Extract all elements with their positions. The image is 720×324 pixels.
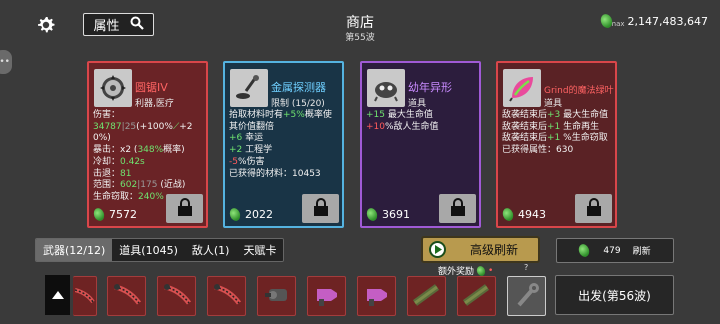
weapon-slot[interactable] [357, 276, 396, 316]
lock-icon [176, 197, 194, 220]
settings-gear-icon[interactable] [35, 14, 57, 36]
weapon-slot[interactable] [157, 276, 196, 316]
saw-weapon-icon [211, 281, 243, 312]
material-gem-icon [228, 206, 242, 223]
depart-button[interactable]: 出发(第56波) [555, 275, 674, 315]
saw-weapon-icon [73, 282, 95, 311]
weapon-slot[interactable] [107, 276, 146, 316]
item-price: 7572 [92, 206, 137, 223]
materials-amount: 2,147,483,647 [627, 15, 708, 28]
advanced-reroll-label: 高级刷新 [470, 243, 519, 257]
weapon-slot[interactable] [257, 276, 296, 316]
item-type: 利器,医疗 [135, 99, 174, 109]
weapon-slot[interactable] [507, 276, 546, 316]
baby-alien-icon [367, 69, 405, 107]
material-gem-icon [365, 206, 379, 223]
circular-saw-icon [94, 69, 132, 107]
wave-number: 第55波 [345, 33, 375, 43]
tab-weapons[interactable]: 武器(12/12) [36, 239, 113, 261]
material-gem-icon [501, 206, 515, 223]
item-name: Grind的魔法绿叶 [544, 86, 614, 96]
material-gem-icon [577, 242, 592, 259]
reroll-button[interactable]: 479 刷新 [556, 238, 674, 263]
weapon-slot[interactable] [307, 276, 346, 316]
item-type: 道具 [544, 99, 563, 109]
extra-reward-indicator-icon: • [488, 265, 494, 276]
advanced-reroll-button[interactable]: 高级刷新 [421, 236, 540, 263]
shop-card-magic-leaf[interactable]: Grind的魔法绿叶 道具 敌袭结束后+3 最大生命值 敌袭结束后+1 生命再生… [496, 61, 617, 228]
lock-icon [312, 197, 330, 220]
lock-button[interactable] [302, 194, 339, 223]
weapon-slot[interactable] [207, 276, 246, 316]
attributes-label: 属性 [93, 19, 120, 34]
item-name: 圆锯IV [135, 81, 168, 94]
materials-display: max 2,147,483,647 [599, 12, 708, 30]
item-stats: +15 最大生命值 +10%敌人生命值 [366, 110, 439, 132]
weapon-slot[interactable] [457, 276, 496, 316]
search-icon [130, 16, 144, 34]
shop-card-circular-saw[interactable]: 圆锯IV 利器,医疗 伤害：34787|25(+100%⟋+2 0%) 暴击：x… [87, 61, 208, 228]
minigun-weapon-icon [261, 281, 293, 312]
item-type: 限制 (15/20) [271, 99, 325, 109]
lock-button[interactable] [575, 194, 612, 223]
attributes-button[interactable]: 属性 [83, 13, 154, 36]
tab-items[interactable]: 道具(1045) [112, 239, 185, 261]
item-price: 2022 [228, 206, 273, 223]
shop-card-baby-alien[interactable]: 幼年异形 道具 +15 最大生命值 +10%敌人生命值 3691 [360, 61, 481, 228]
rocket-launcher-icon [461, 281, 493, 312]
reroll-label: 刷新 [632, 247, 651, 257]
item-name: 幼年异形 [408, 81, 452, 94]
item-name: 金属探测器 [271, 81, 326, 94]
item-stats: 伤害：34787|25(+100%⟋+2 0%) 暴击：x2 (348%概率) … [93, 110, 193, 202]
shop-card-metal-detector[interactable]: 金属探测器 限制 (15/20) 拾取材料时有+5%概率使其价值翻倍 +6 幸运… [223, 61, 344, 228]
tab-talents[interactable]: 天赋卡 [236, 239, 284, 261]
help-question-icon[interactable]: ? [524, 263, 528, 272]
saw-weapon-icon [161, 281, 193, 312]
arrow-up-icon [51, 289, 64, 302]
lock-button[interactable] [166, 194, 203, 223]
inventory-tabs: 武器(12/12) 道具(1045) 敌人(1) 天赋卡 [35, 238, 285, 262]
material-gem-icon [475, 264, 487, 277]
side-menu-tab[interactable]: ••• [0, 50, 12, 74]
item-price: 3691 [365, 206, 410, 223]
saw-weapon-icon [111, 281, 143, 312]
item-price: 4943 [501, 206, 546, 223]
blaster-weapon-icon [311, 281, 343, 312]
lock-icon [449, 197, 467, 220]
weapon-slot[interactable] [407, 276, 446, 316]
shop-title: 商店 [346, 15, 374, 31]
material-gem-icon [92, 206, 106, 223]
weapon-slot[interactable] [73, 276, 97, 316]
item-type: 道具 [408, 99, 427, 109]
metal-detector-icon [230, 69, 268, 107]
lock-button[interactable] [439, 194, 476, 223]
wrench-weapon-icon [511, 281, 543, 312]
rocket-launcher-icon [411, 281, 443, 312]
reroll-cost: 479 [603, 245, 621, 256]
magic-leaf-icon [503, 69, 541, 107]
item-stats: 拾取材料时有+5%概率使其价值翻倍 +6 幸运 +2 工程学 -5%伤害 已获得… [229, 110, 332, 179]
play-video-icon [429, 241, 446, 258]
tab-enemies[interactable]: 敌人(1) [184, 239, 237, 261]
item-stats: 敌袭结束后+3 最大生命值 敌袭结束后+1 生命再生 敌袭结束后+1 %生命窃取… [502, 110, 609, 156]
blaster-weapon-icon [361, 281, 393, 312]
collapse-arrow-button[interactable] [45, 275, 70, 315]
lock-icon [585, 197, 603, 220]
